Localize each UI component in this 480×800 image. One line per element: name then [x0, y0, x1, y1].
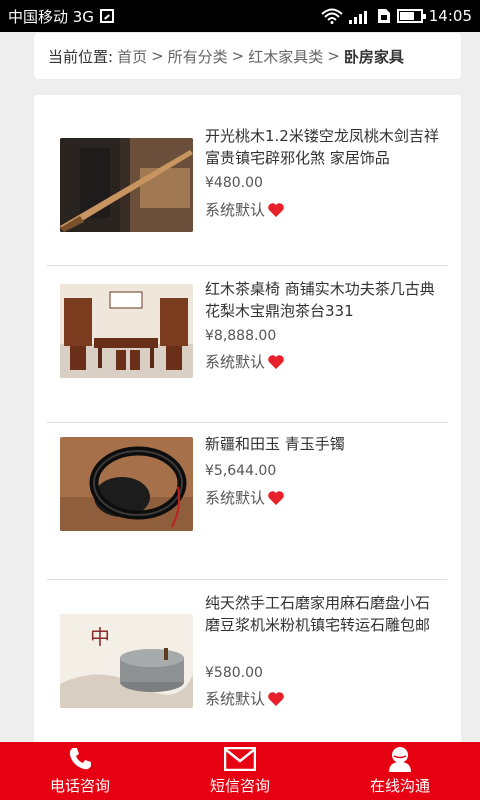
- product-image-peach-wood-sword[interactable]: [60, 138, 193, 232]
- breadcrumb-link-category[interactable]: 红木家具类: [248, 46, 323, 67]
- product-price: ¥580.00: [205, 665, 263, 681]
- product-sort-label: 系统默认: [205, 351, 285, 372]
- product-title[interactable]: 开光桃木1.2米镂空龙凤桃木剑吉祥富贵镇宅辟邪化煞 家居饰品: [205, 125, 440, 169]
- product-title[interactable]: 纯天然手工石磨家用麻石磨盘小石磨豆浆机米粉机镇宅转运石雕包邮: [205, 592, 440, 636]
- tab-label: 在线沟通: [369, 777, 430, 795]
- breadcrumb-separator: >: [231, 47, 245, 65]
- status-bar: 中国移动 3G 14:05: [0, 0, 480, 32]
- breadcrumb-prefix: 当前位置:: [48, 47, 114, 66]
- carrier-label: 中国移动 3G: [8, 7, 94, 26]
- clock: 14:05: [428, 7, 472, 25]
- envelope-icon: [224, 747, 256, 771]
- heart-icon[interactable]: [267, 354, 285, 370]
- phone-consult-button[interactable]: 电话咨询: [0, 742, 160, 800]
- breadcrumb-separator: >: [151, 47, 164, 65]
- product-price: ¥8,888.00: [205, 328, 277, 344]
- phone-icon: [69, 748, 91, 770]
- breadcrumb-link-all-categories[interactable]: 所有分类: [168, 46, 228, 67]
- screenshot-icon: [99, 9, 114, 23]
- battery-icon: [396, 9, 426, 23]
- heart-icon[interactable]: [267, 490, 285, 506]
- product-item[interactable]: 红木茶桌椅 商铺实木功夫茶几古典花梨木宝鼎泡茶台331 ¥8,888.00 系统…: [47, 266, 447, 422]
- signal-icon: [348, 8, 371, 24]
- product-price: ¥5,644.00: [205, 463, 277, 479]
- sms-consult-button[interactable]: 短信咨询: [160, 742, 320, 800]
- bottom-nav: 电话咨询 短信咨询 在线沟通: [0, 742, 480, 800]
- product-item[interactable]: 中 纯天然手工石磨家用麻石磨盘小石磨豆浆机米粉机镇宅转运石雕包邮 ¥580.00…: [47, 580, 447, 755]
- wifi-icon: [321, 8, 343, 24]
- tab-label: 短信咨询: [209, 777, 270, 795]
- tab-label: 电话咨询: [49, 777, 110, 795]
- product-sort-label: 系统默认: [205, 487, 285, 508]
- product-item[interactable]: 开光桃木1.2米镂空龙凤桃木剑吉祥富贵镇宅辟邪化煞 家居饰品 ¥480.00 系…: [47, 95, 447, 265]
- product-sort-label: 系统默认: [205, 199, 285, 220]
- sort-label-text: 系统默认: [205, 201, 266, 219]
- sort-label-text: 系统默认: [205, 489, 266, 507]
- svg-text:中: 中: [90, 625, 110, 649]
- breadcrumb-link-home[interactable]: 首页: [117, 46, 147, 67]
- product-item[interactable]: 新疆和田玉 青玉手镯 ¥5,644.00 系统默认: [47, 423, 447, 579]
- product-image-jade-bracelet[interactable]: [60, 437, 193, 531]
- chat-person-icon: [389, 747, 411, 772]
- breadcrumb-current: 卧房家具: [343, 47, 404, 66]
- breadcrumb: 当前位置: 首页 > 所有分类 > 红木家具类 > 卧房家具: [34, 33, 461, 79]
- product-image-tea-table[interactable]: [60, 284, 193, 378]
- product-image-stone-mill[interactable]: 中: [60, 614, 193, 708]
- heart-icon[interactable]: [267, 691, 285, 707]
- sort-label-text: 系统默认: [205, 353, 266, 371]
- product-title[interactable]: 红木茶桌椅 商铺实木功夫茶几古典花梨木宝鼎泡茶台331: [205, 278, 440, 322]
- product-title[interactable]: 新疆和田玉 青玉手镯: [205, 433, 440, 455]
- product-price: ¥480.00: [205, 175, 263, 191]
- heart-icon[interactable]: [267, 202, 285, 218]
- sim-card-icon: [377, 9, 390, 23]
- sort-label-text: 系统默认: [205, 690, 266, 708]
- online-chat-button[interactable]: 在线沟通: [320, 742, 480, 800]
- product-sort-label: 系统默认: [205, 688, 285, 709]
- product-list: 开光桃木1.2米镂空龙凤桃木剑吉祥富贵镇宅辟邪化煞 家居饰品 ¥480.00 系…: [34, 95, 461, 755]
- breadcrumb-separator: >: [327, 47, 340, 65]
